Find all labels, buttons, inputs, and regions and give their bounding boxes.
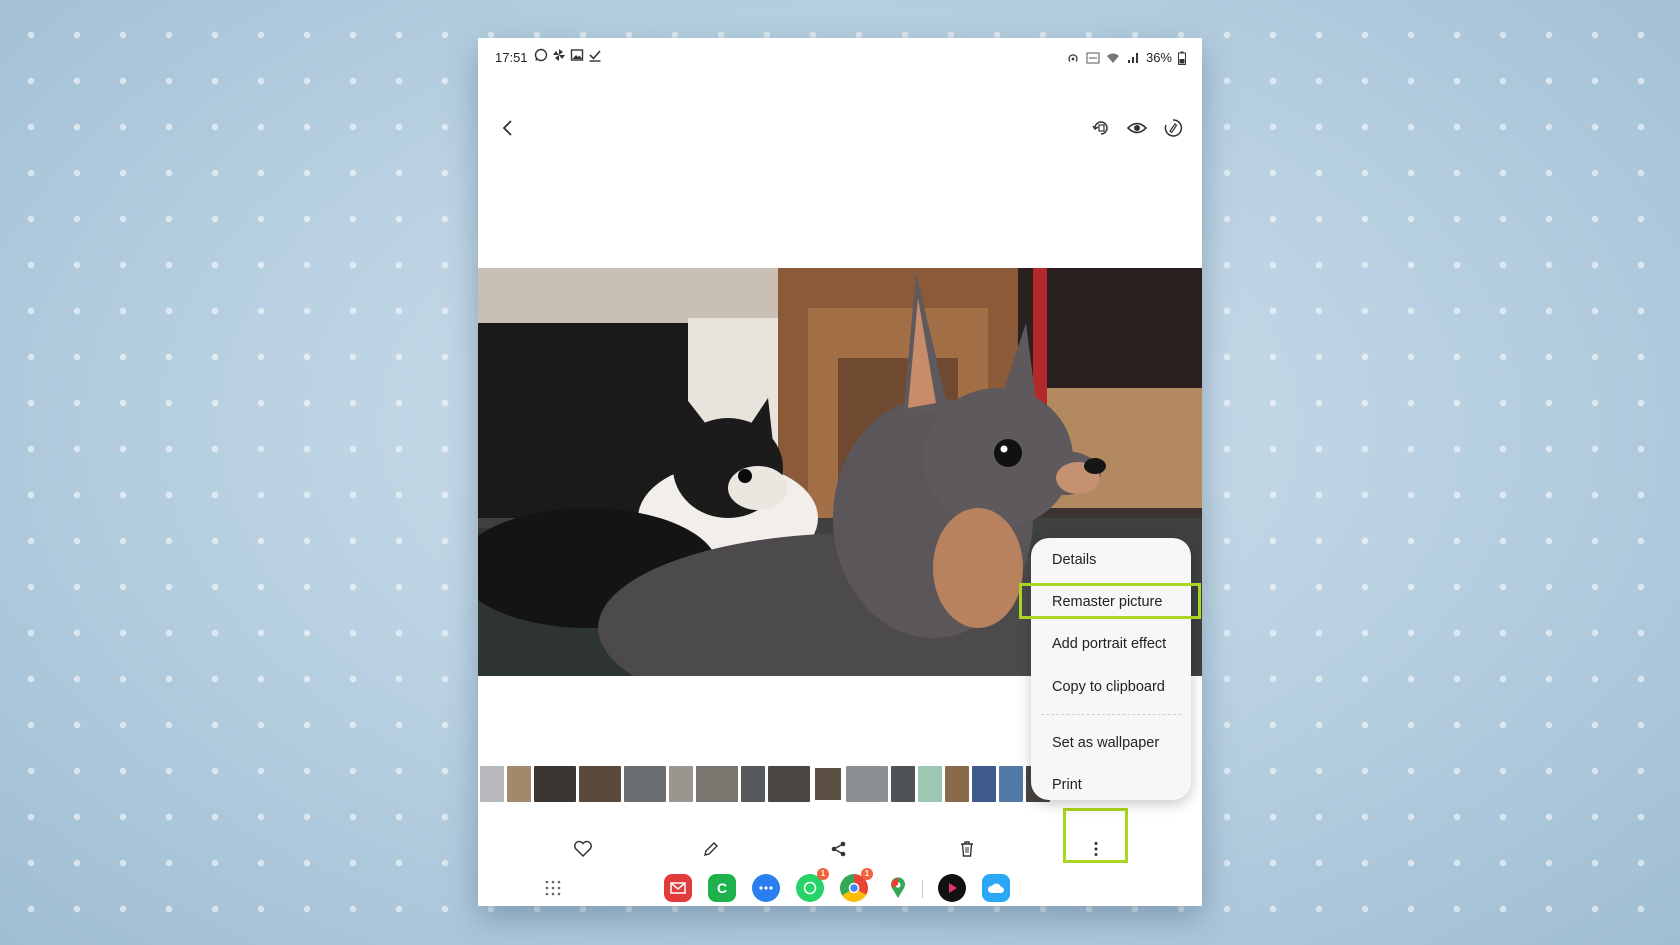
phone-screen: 17:51 36% C 1 1 Details Remaster picture…	[478, 38, 1202, 906]
thumbnail[interactable]	[945, 766, 969, 802]
status-bar: 17:51 36%	[478, 38, 1202, 78]
thumbnail[interactable]	[846, 766, 888, 802]
messages-icon[interactable]	[752, 874, 780, 902]
pinwheel-icon	[552, 48, 566, 62]
whatsapp-icon[interactable]: 1	[796, 868, 829, 902]
back-arrow-icon[interactable]	[493, 113, 523, 143]
thumbnail[interactable]	[918, 766, 942, 802]
check-icon	[588, 48, 602, 62]
thumbnail[interactable]	[534, 766, 576, 802]
heart-icon[interactable]	[568, 834, 598, 864]
wifi-icon	[1106, 51, 1120, 65]
dock-divider	[922, 880, 923, 898]
battery-percent: 36%	[1145, 50, 1172, 65]
whatsapp-icon	[534, 48, 548, 62]
thumbnail[interactable]	[891, 766, 915, 802]
share-icon[interactable]	[824, 834, 854, 864]
thumbnail[interactable]	[741, 766, 765, 802]
chrome-icon[interactable]: 1	[840, 868, 873, 902]
pencil-icon[interactable]	[696, 834, 726, 864]
app-drawer-icon[interactable]	[539, 874, 567, 902]
eye-icon[interactable]	[1122, 113, 1152, 143]
more-options-highlight	[1063, 808, 1128, 863]
thumbnail[interactable]	[579, 766, 621, 802]
status-time: 17:51	[495, 50, 528, 65]
app-dock: C 1 1	[478, 868, 1202, 906]
thumbnail[interactable]	[480, 766, 504, 802]
weather-icon[interactable]	[982, 874, 1010, 902]
menu-item-print[interactable]: Print	[1031, 765, 1191, 805]
thumbnail[interactable]	[669, 766, 693, 802]
rotate-icon[interactable]	[1086, 113, 1116, 143]
thumbnail[interactable]	[972, 766, 996, 802]
hotspot-icon	[1066, 51, 1080, 65]
thumbnail[interactable]	[999, 766, 1023, 802]
maps-icon[interactable]	[884, 874, 912, 902]
remaster-icon[interactable]	[1158, 113, 1188, 143]
trash-icon[interactable]	[952, 834, 982, 864]
volte-icon	[1086, 51, 1100, 65]
thumbnail-current[interactable]	[813, 766, 843, 802]
notification-icons	[534, 48, 602, 62]
viewer-top-bar	[478, 113, 1202, 153]
menu-item-details[interactable]: Details	[1031, 540, 1191, 580]
image-icon	[570, 48, 584, 62]
thumbnail[interactable]	[696, 766, 738, 802]
thumbnail[interactable]	[507, 766, 531, 802]
notification-badge: 1	[861, 868, 873, 880]
thumbnail[interactable]	[768, 766, 810, 802]
menu-divider	[1041, 714, 1181, 715]
context-menu: Details Remaster picture Add portrait ef…	[1031, 538, 1191, 800]
remaster-highlight	[1019, 583, 1201, 619]
battery-icon	[1178, 51, 1186, 65]
phone-icon[interactable]: C	[708, 874, 736, 902]
notification-badge: 1	[817, 868, 829, 880]
status-right: 36%	[1066, 50, 1186, 65]
menu-item-copy-to-clipboard[interactable]: Copy to clipboard	[1031, 667, 1191, 707]
thumbnail[interactable]	[624, 766, 666, 802]
menu-item-set-as-wallpaper[interactable]: Set as wallpaper	[1031, 723, 1191, 763]
menu-item-add-portrait-effect[interactable]: Add portrait effect	[1031, 624, 1191, 664]
email-icon[interactable]	[664, 874, 692, 902]
signal-icon	[1126, 51, 1140, 65]
video-player-icon[interactable]	[938, 874, 966, 902]
